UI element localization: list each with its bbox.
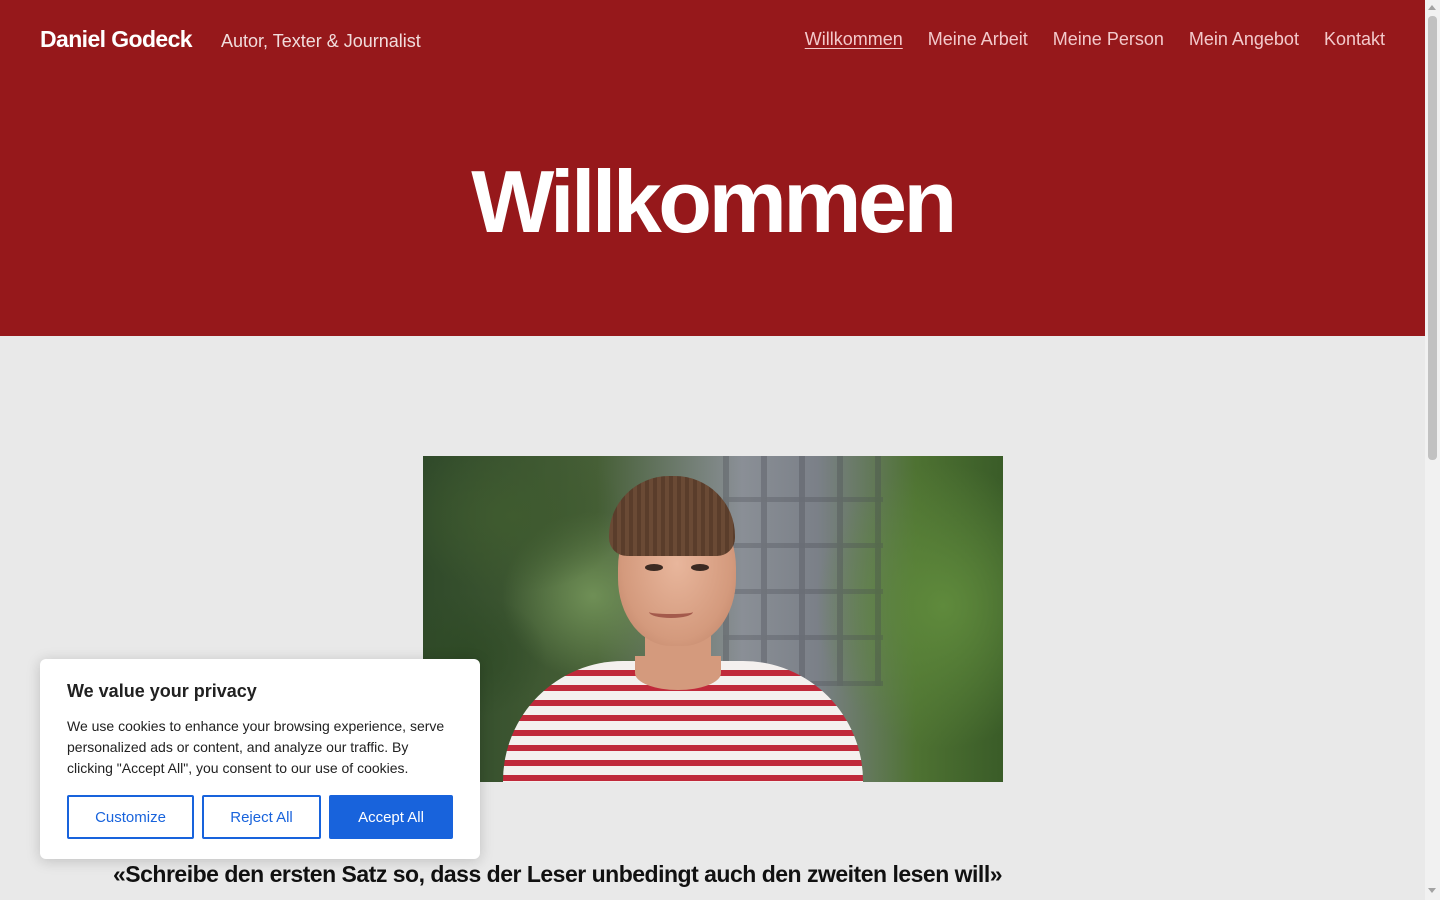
- shirt-collar: [635, 656, 721, 690]
- site-tagline: Autor, Texter & Journalist: [221, 31, 421, 51]
- site-header: Daniel Godeck Autor, Texter & Journalist…: [0, 0, 1425, 336]
- smile: [649, 606, 693, 618]
- reject-all-button[interactable]: Reject All: [202, 795, 321, 839]
- main-nav: Willkommen Meine Arbeit Meine Person Mei…: [805, 29, 1385, 50]
- cookie-consent-banner: We value your privacy We use cookies to …: [40, 659, 480, 859]
- portrait-photo: [423, 456, 1003, 782]
- nav-item-willkommen[interactable]: Willkommen: [805, 29, 903, 50]
- scrollbar-thumb[interactable]: [1428, 16, 1437, 460]
- cookie-title: We value your privacy: [67, 681, 257, 701]
- cookie-description: We use cookies to enhance your browsing …: [67, 718, 445, 776]
- quote-heading: «Schreibe den ersten Satz so, dass der L…: [113, 861, 1003, 887]
- left-eye: [645, 564, 663, 571]
- vertical-scrollbar[interactable]: [1425, 0, 1440, 900]
- page: Daniel Godeck Autor, Texter & Journalist…: [0, 0, 1425, 900]
- scroll-down-arrow-icon[interactable]: [1428, 888, 1436, 893]
- scroll-up-arrow-icon[interactable]: [1428, 5, 1436, 10]
- beanie-hat: [609, 476, 735, 556]
- cookie-actions: Customize Reject All Accept All: [67, 795, 453, 839]
- background-scaffold: [723, 456, 883, 686]
- nav-item-kontakt[interactable]: Kontakt: [1324, 29, 1385, 50]
- site-title-link[interactable]: Daniel Godeck: [40, 26, 193, 53]
- customize-button[interactable]: Customize: [67, 795, 194, 839]
- page-title: Willkommen: [471, 152, 957, 251]
- nav-item-meine-person[interactable]: Meine Person: [1053, 29, 1164, 50]
- nav-item-meine-arbeit[interactable]: Meine Arbeit: [928, 29, 1028, 50]
- accept-all-button[interactable]: Accept All: [329, 795, 453, 839]
- right-eye: [691, 564, 709, 571]
- nav-item-mein-angebot[interactable]: Mein Angebot: [1189, 29, 1299, 50]
